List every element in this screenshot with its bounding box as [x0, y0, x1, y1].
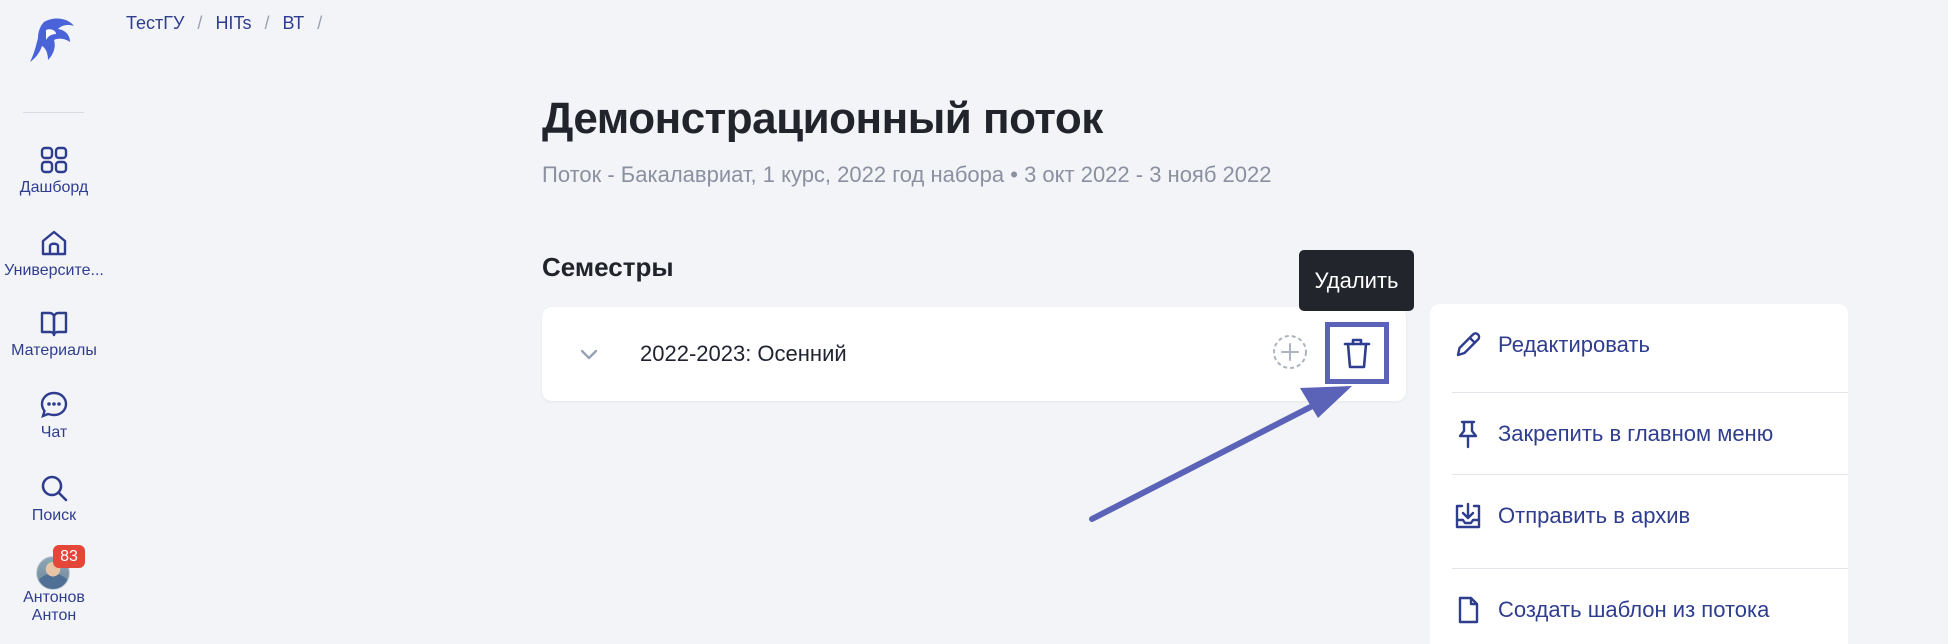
book-icon [40, 311, 68, 337]
action-label: Отправить в архив [1498, 503, 1691, 528]
delete-button[interactable] [1325, 322, 1389, 384]
sidebar-item-label: Университе... [4, 262, 104, 279]
archive-action[interactable]: Отправить в архив [1452, 475, 1848, 557]
sidebar-item-materials[interactable]: Материалы [0, 308, 108, 360]
grid-icon [40, 146, 68, 174]
pin-icon [1452, 418, 1484, 450]
page-subtitle: Поток - Бакалавриат, 1 курс, 2022 год на… [542, 162, 1272, 187]
pencil-icon [1452, 329, 1484, 361]
semester-name[interactable]: 2022-2023: Осенний [640, 341, 847, 367]
archive-icon [1452, 500, 1484, 532]
user-name[interactable]: Антонов Антон [0, 589, 108, 625]
sidebar-item-label: Дашборд [19, 179, 89, 196]
breadcrumb-item[interactable]: ТестГУ [126, 13, 184, 34]
breadcrumb: ТестГУ / HITs / ВТ / [126, 13, 335, 34]
semester-card: 2022-2023: Осенний [542, 307, 1406, 401]
action-label: Закрепить в главном меню [1498, 421, 1774, 446]
sidebar-item-search[interactable]: Поиск [0, 473, 108, 525]
notification-badge: 83 [53, 545, 85, 568]
section-title: Семестры [542, 252, 674, 282]
breadcrumb-item[interactable]: HITs [215, 13, 251, 34]
university-icon [41, 230, 67, 256]
sidebar-item-label: Материалы [11, 342, 97, 359]
user-avatar-button[interactable]: 83 [36, 545, 85, 592]
search-icon [41, 475, 68, 502]
pin-action[interactable]: Закрепить в главном меню [1452, 393, 1848, 475]
breadcrumb-separator: / [317, 13, 323, 33]
logo-icon[interactable] [26, 16, 80, 68]
actions-panel: Редактировать Закрепить в главном меню О… [1430, 304, 1848, 644]
sidebar-item-university[interactable]: Университе... [0, 228, 108, 280]
add-circle-icon[interactable] [1272, 334, 1308, 370]
chevron-down-icon[interactable] [578, 343, 600, 365]
trash-icon [1343, 338, 1371, 369]
sidebar-divider [23, 112, 84, 113]
delete-tooltip: Удалить [1299, 250, 1414, 311]
sidebar-item-dashboard[interactable]: Дашборд [0, 145, 108, 197]
breadcrumb-separator: / [264, 13, 270, 33]
edit-action[interactable]: Редактировать [1452, 304, 1848, 386]
sidebar: Дашборд Университе... Материалы Чат Поис… [0, 0, 108, 644]
action-label: Редактировать [1498, 332, 1650, 357]
action-label: Создать шаблон из потока [1498, 597, 1770, 622]
breadcrumb-item[interactable]: ВТ [282, 13, 304, 34]
user-firstname: Антон [31, 607, 77, 624]
sidebar-item-label: Поиск [31, 507, 77, 524]
chat-icon [40, 391, 68, 419]
user-surname: Антонов [23, 589, 85, 606]
page-title: Демонстрационный поток [542, 94, 1103, 143]
create-template-action[interactable]: Создать шаблон из потока [1452, 569, 1848, 644]
sidebar-item-chat[interactable]: Чат [0, 390, 108, 442]
breadcrumb-separator: / [197, 13, 203, 33]
file-icon [1452, 594, 1484, 626]
sidebar-item-label: Чат [40, 424, 68, 441]
